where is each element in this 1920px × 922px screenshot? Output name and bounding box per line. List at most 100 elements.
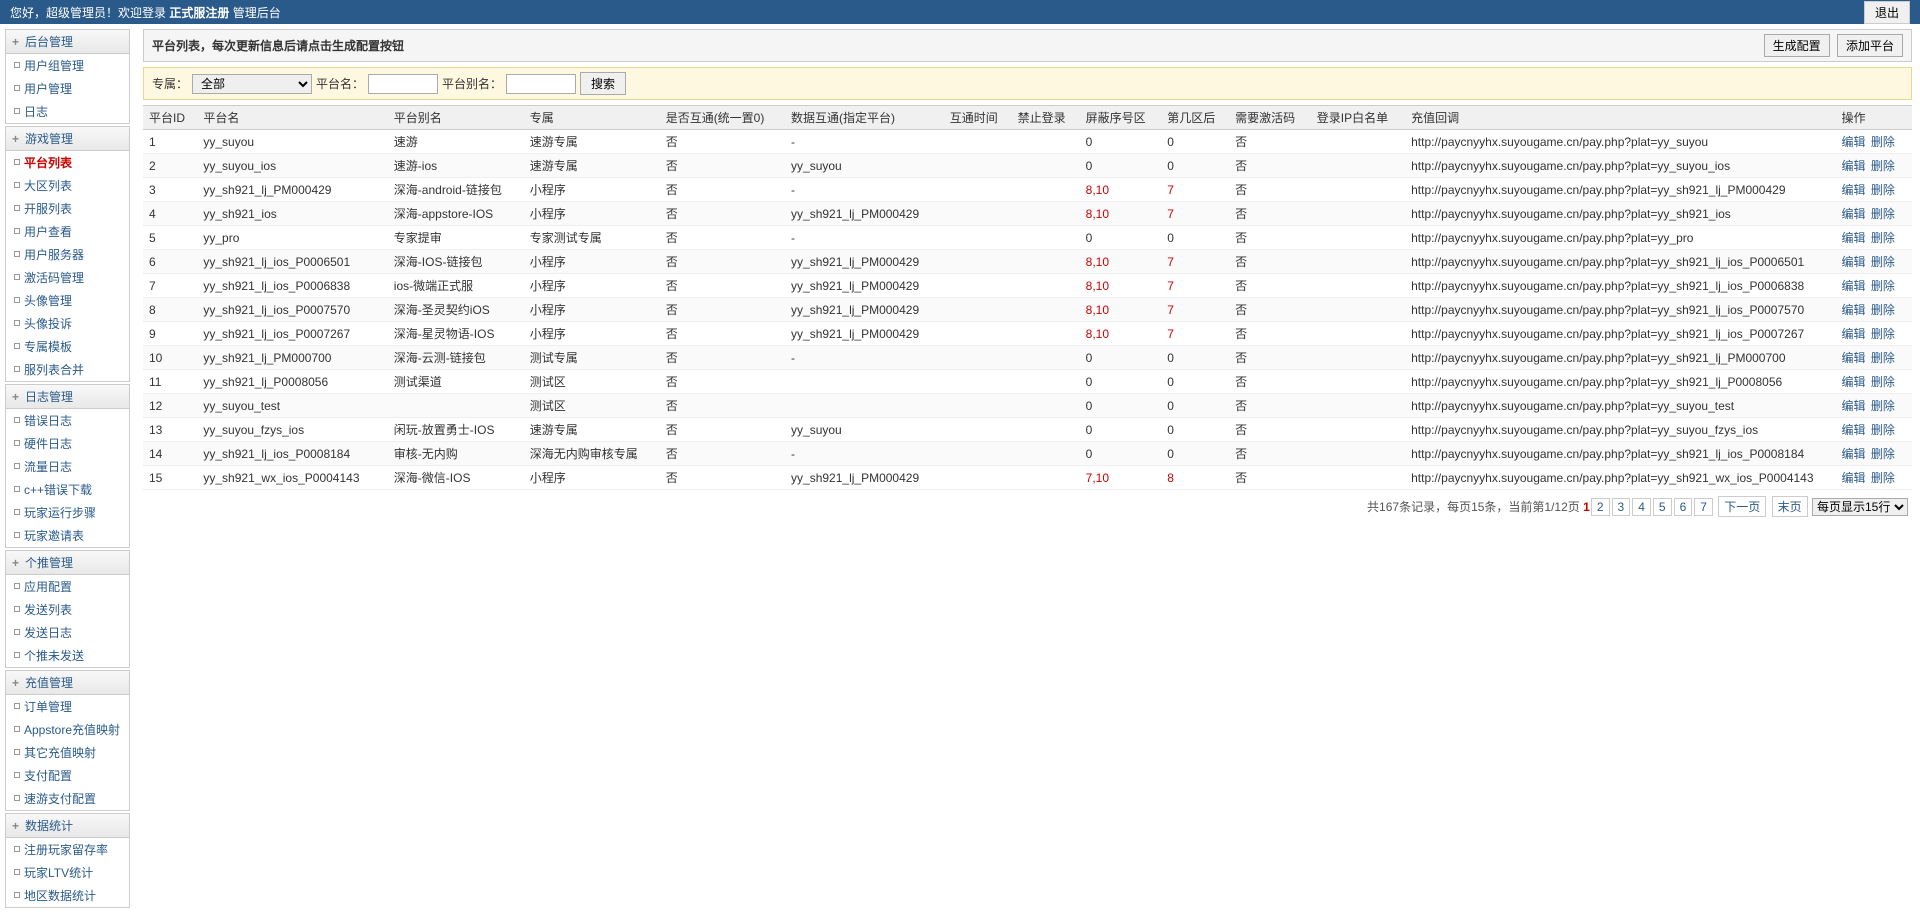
- edit-link[interactable]: 编辑: [1842, 303, 1866, 317]
- cell: [1012, 202, 1080, 226]
- edit-link[interactable]: 编辑: [1842, 423, 1866, 437]
- edit-link[interactable]: 编辑: [1842, 207, 1866, 221]
- edit-link[interactable]: 编辑: [1842, 255, 1866, 269]
- search-button[interactable]: 搜索: [580, 72, 626, 95]
- cell: 14: [143, 442, 197, 466]
- sidebar-item[interactable]: 速游支付配置: [6, 787, 129, 810]
- sidebar-item[interactable]: 大区列表: [6, 174, 129, 197]
- delete-link[interactable]: 删除: [1871, 255, 1895, 269]
- delete-link[interactable]: 删除: [1871, 447, 1895, 461]
- sidebar-item[interactable]: 用户查看: [6, 220, 129, 243]
- column-header: 操作: [1836, 106, 1912, 130]
- cell: yy_sh921_lj_PM000429: [785, 250, 944, 274]
- register-link[interactable]: 正式服注册: [169, 6, 229, 20]
- sidebar-item[interactable]: 支付配置: [6, 764, 129, 787]
- filter-select-zs[interactable]: 全部: [192, 74, 312, 94]
- edit-link[interactable]: 编辑: [1842, 231, 1866, 245]
- cell: 否: [660, 466, 785, 490]
- cell: http://paycnyyhx.suyougame.cn/pay.php?pl…: [1405, 226, 1835, 250]
- add-platform-button[interactable]: 添加平台: [1837, 34, 1903, 57]
- pager-next[interactable]: 下一页: [1718, 496, 1766, 517]
- edit-link[interactable]: 编辑: [1842, 375, 1866, 389]
- sidebar-item[interactable]: 应用配置: [6, 575, 129, 598]
- delete-link[interactable]: 删除: [1871, 327, 1895, 341]
- edit-link[interactable]: 编辑: [1842, 159, 1866, 173]
- delete-link[interactable]: 删除: [1871, 399, 1895, 413]
- page-title: 平台列表，每次更新信息后请点击生成配置按钮: [152, 37, 404, 54]
- sidebar-item[interactable]: 个推未发送: [6, 644, 129, 667]
- sidebar-item[interactable]: 开服列表: [6, 197, 129, 220]
- delete-link[interactable]: 删除: [1871, 279, 1895, 293]
- edit-link[interactable]: 编辑: [1842, 351, 1866, 365]
- delete-link[interactable]: 删除: [1871, 471, 1895, 485]
- generate-config-button[interactable]: 生成配置: [1764, 34, 1830, 57]
- delete-link[interactable]: 删除: [1871, 231, 1895, 245]
- edit-link[interactable]: 编辑: [1842, 327, 1866, 341]
- pager-perpage[interactable]: 每页显示15行: [1812, 498, 1908, 516]
- sidebar-item[interactable]: 地区数据统计: [6, 884, 129, 907]
- edit-link[interactable]: 编辑: [1842, 279, 1866, 293]
- edit-link[interactable]: 编辑: [1842, 183, 1866, 197]
- sidebar-item[interactable]: 激活码管理: [6, 266, 129, 289]
- cell: 0: [1080, 418, 1162, 442]
- pager-page[interactable]: 4: [1632, 498, 1651, 516]
- cell: 8,10: [1080, 274, 1162, 298]
- edit-link[interactable]: 编辑: [1842, 135, 1866, 149]
- delete-link[interactable]: 删除: [1871, 183, 1895, 197]
- cell-ops: 编辑 删除: [1836, 466, 1912, 490]
- page-head: 平台列表，每次更新信息后请点击生成配置按钮 生成配置 添加平台: [143, 29, 1912, 62]
- edit-link[interactable]: 编辑: [1842, 471, 1866, 485]
- pager-page[interactable]: 3: [1612, 498, 1631, 516]
- sidebar-item[interactable]: 专属模板: [6, 335, 129, 358]
- pager-page[interactable]: 5: [1653, 498, 1672, 516]
- sidebar-item[interactable]: 用户管理: [6, 77, 129, 100]
- sidebar-item[interactable]: 头像投诉: [6, 312, 129, 335]
- sidebar-item[interactable]: 错误日志: [6, 409, 129, 432]
- sidebar-item[interactable]: Appstore充值映射: [6, 718, 129, 741]
- pager-page[interactable]: 6: [1674, 498, 1693, 516]
- sidebar-item[interactable]: 发送列表: [6, 598, 129, 621]
- sidebar-header[interactable]: 充值管理: [5, 670, 130, 695]
- sidebar-item[interactable]: c++错误下载: [6, 478, 129, 501]
- sidebar-item[interactable]: 用户组管理: [6, 54, 129, 77]
- sidebar-item[interactable]: 流量日志: [6, 455, 129, 478]
- pager-page[interactable]: 2: [1591, 498, 1610, 516]
- sidebar-item[interactable]: 日志: [6, 100, 129, 123]
- delete-link[interactable]: 删除: [1871, 159, 1895, 173]
- delete-link[interactable]: 删除: [1871, 135, 1895, 149]
- sidebar-header[interactable]: 后台管理: [5, 29, 130, 54]
- filter-input-name[interactable]: [368, 74, 438, 94]
- sidebar-header[interactable]: 个推管理: [5, 550, 130, 575]
- sidebar-item[interactable]: 注册玩家留存率: [6, 838, 129, 861]
- sidebar-item[interactable]: 玩家邀请表: [6, 524, 129, 547]
- delete-link[interactable]: 删除: [1871, 303, 1895, 317]
- cell: 深海-圣灵契约iOS: [388, 298, 524, 322]
- filter-input-alias[interactable]: [506, 74, 576, 94]
- cell: 4: [143, 202, 197, 226]
- delete-link[interactable]: 删除: [1871, 375, 1895, 389]
- sidebar-header[interactable]: 数据统计: [5, 813, 130, 838]
- sidebar-header[interactable]: 日志管理: [5, 384, 130, 409]
- sidebar-item[interactable]: 硬件日志: [6, 432, 129, 455]
- sidebar-item[interactable]: 其它充值映射: [6, 741, 129, 764]
- pager-page[interactable]: 7: [1694, 498, 1713, 516]
- delete-link[interactable]: 删除: [1871, 351, 1895, 365]
- cell: yy_suyou_test: [197, 394, 387, 418]
- delete-link[interactable]: 删除: [1871, 207, 1895, 221]
- edit-link[interactable]: 编辑: [1842, 399, 1866, 413]
- edit-link[interactable]: 编辑: [1842, 447, 1866, 461]
- sidebar-item[interactable]: 玩家LTV统计: [6, 861, 129, 884]
- cell: 测试渠道: [388, 370, 524, 394]
- delete-link[interactable]: 删除: [1871, 423, 1895, 437]
- logout-button[interactable]: 退出: [1864, 1, 1910, 24]
- sidebar-item[interactable]: 发送日志: [6, 621, 129, 644]
- sidebar-item[interactable]: 玩家运行步骤: [6, 501, 129, 524]
- cell: 7: [143, 274, 197, 298]
- sidebar-item[interactable]: 订单管理: [6, 695, 129, 718]
- sidebar-item[interactable]: 头像管理: [6, 289, 129, 312]
- sidebar-header[interactable]: 游戏管理: [5, 126, 130, 151]
- sidebar-item[interactable]: 用户服务器: [6, 243, 129, 266]
- sidebar-item[interactable]: 平台列表: [6, 151, 129, 174]
- sidebar-item[interactable]: 服列表合并: [6, 358, 129, 381]
- pager-last[interactable]: 末页: [1772, 496, 1808, 517]
